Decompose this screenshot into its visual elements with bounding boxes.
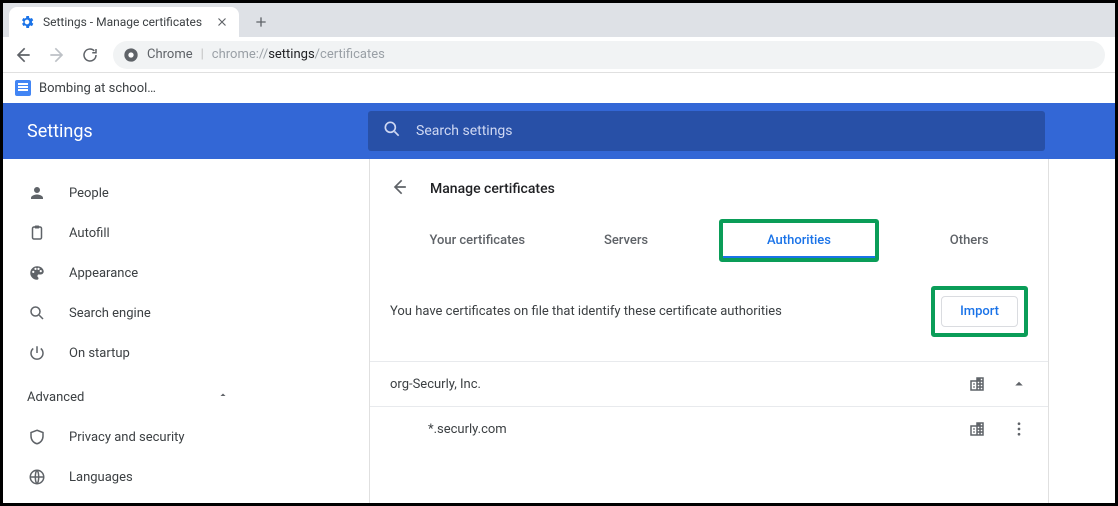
clipboard-icon <box>27 224 47 242</box>
palette-icon <box>27 264 47 282</box>
description-text: You have certificates on file that ident… <box>390 304 782 319</box>
browser-toolbar: Chrome | chrome://settings/certificates <box>3 37 1115 73</box>
sidebar-label: Languages <box>69 470 133 485</box>
omnibox-separator: | <box>201 47 204 62</box>
chrome-icon <box>123 47 139 63</box>
back-button[interactable] <box>13 45 33 65</box>
reload-button[interactable] <box>81 46 99 64</box>
page-back-button[interactable] <box>390 177 410 201</box>
tab-others[interactable]: Others <box>942 219 997 262</box>
settings-header: Settings <box>3 103 1115 159</box>
certificate-tabs: Your certificates Servers Authorities Ot… <box>370 219 1048 262</box>
sidebar-label: Appearance <box>69 266 138 281</box>
search-icon <box>382 119 402 143</box>
shield-icon <box>27 428 47 446</box>
cert-group-row[interactable]: org-Securly, Inc. <box>370 361 1048 406</box>
sidebar-item-search-engine[interactable]: Search engine <box>3 293 259 333</box>
sidebar-label: Search engine <box>69 306 151 321</box>
import-button[interactable]: Import <box>941 296 1018 327</box>
bookmarks-bar: Bombing at school… <box>3 73 1115 103</box>
tab-authorities[interactable]: Authorities <box>723 223 875 258</box>
page-header: Manage certificates <box>370 159 1048 219</box>
highlight-box-authorities: Authorities <box>719 219 879 262</box>
bookmark-item[interactable]: Bombing at school… <box>39 81 156 96</box>
cert-group-name: org-Securly, Inc. <box>390 377 481 392</box>
settings-search-input[interactable] <box>416 123 1031 139</box>
sidebar-label: Autofill <box>69 226 110 241</box>
sidebar-item-autofill[interactable]: Autofill <box>3 213 259 253</box>
tab-servers[interactable]: Servers <box>596 219 656 262</box>
globe-icon <box>27 468 47 486</box>
search-icon <box>27 304 47 322</box>
sidebar-item-appearance[interactable]: Appearance <box>3 253 259 293</box>
page-title: Manage certificates <box>430 181 555 197</box>
sidebar-advanced-toggle[interactable]: Advanced <box>3 377 259 417</box>
cert-item-row[interactable]: *.securly.com <box>370 406 1048 451</box>
settings-gear-icon <box>19 14 35 30</box>
sidebar-item-on-startup[interactable]: On startup <box>3 333 259 373</box>
chevron-up-icon[interactable] <box>1010 375 1028 393</box>
browser-tab-strip: Settings - Manage certificates <box>3 3 1115 37</box>
chevron-up-icon <box>217 389 229 405</box>
settings-search[interactable] <box>368 111 1045 151</box>
sidebar-item-languages[interactable]: Languages <box>3 457 259 497</box>
tab-your-certificates[interactable]: Your certificates <box>421 219 533 262</box>
sidebar-item-people[interactable]: People <box>3 173 259 213</box>
description-row: You have certificates on file that ident… <box>370 262 1048 361</box>
browser-tab[interactable]: Settings - Manage certificates <box>9 7 239 37</box>
sidebar-label: People <box>69 186 109 201</box>
settings-title: Settings <box>3 121 368 142</box>
sidebar-label: On startup <box>69 346 130 361</box>
docs-icon <box>15 80 31 96</box>
close-icon[interactable] <box>215 15 229 29</box>
domain-icon <box>968 375 986 393</box>
sidebar-label: Privacy and security <box>69 430 185 445</box>
forward-button[interactable] <box>47 45 67 65</box>
highlight-box-import: Import <box>931 286 1028 337</box>
tab-title: Settings - Manage certificates <box>43 15 207 29</box>
power-icon <box>27 344 47 362</box>
new-tab-button[interactable] <box>247 8 275 36</box>
omnibox-url: chrome://settings/certificates <box>212 47 385 62</box>
settings-app: Settings People Autofill Appearance <box>3 103 1115 503</box>
person-icon <box>27 184 47 202</box>
omnibox-product: Chrome <box>147 47 193 62</box>
domain-icon <box>968 420 986 438</box>
advanced-label: Advanced <box>27 390 84 405</box>
settings-sidebar: People Autofill Appearance Search engine… <box>3 159 259 503</box>
more-button[interactable] <box>1010 420 1028 438</box>
sidebar-item-privacy[interactable]: Privacy and security <box>3 417 259 457</box>
content-area: Manage certificates Your certificates Se… <box>259 159 1115 503</box>
cert-item-name: *.securly.com <box>428 422 507 437</box>
address-bar[interactable]: Chrome | chrome://settings/certificates <box>113 41 1105 69</box>
